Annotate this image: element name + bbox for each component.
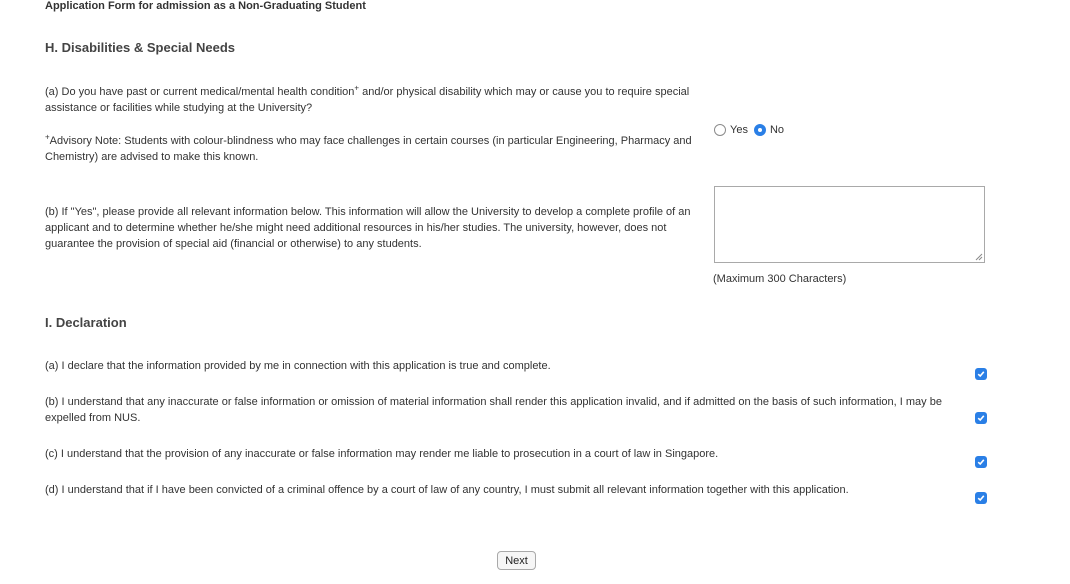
form-title: Application Form for admission as a Non-… [45, 0, 366, 12]
radio-yes[interactable] [714, 124, 726, 136]
declaration-d-text: (d) I understand that if I have been con… [45, 484, 849, 496]
declaration-c-text: (c) I understand that the provision of a… [45, 448, 719, 460]
max-characters-note: (Maximum 300 Characters) [713, 273, 847, 285]
checkmark-icon [977, 415, 985, 422]
checkmark-icon [977, 371, 985, 378]
next-button[interactable]: Next [497, 551, 536, 570]
disability-radio-group: Yes No [714, 124, 790, 136]
declaration-a-text: (a) I declare that the information provi… [45, 360, 551, 372]
checkmark-icon [977, 495, 985, 502]
details-textarea[interactable] [714, 186, 985, 263]
radio-yes-label[interactable]: Yes [730, 124, 748, 136]
checkmark-icon [977, 459, 985, 466]
declaration-b-text: (b) I understand that any inaccurate or … [45, 396, 942, 424]
question-b-text: (b) If "Yes", please provide all relevan… [45, 206, 691, 250]
declaration-c-checkbox[interactable] [975, 456, 987, 468]
question-a-text: (a) Do you have past or current medical/… [45, 83, 690, 114]
section-h-heading: H. Disabilities & Special Needs [45, 40, 236, 55]
resize-grip-icon[interactable] [975, 253, 983, 261]
radio-no-label[interactable]: No [770, 124, 784, 136]
declaration-d-checkbox[interactable] [975, 492, 987, 504]
advisory-note: +Advisory Note: Students with colour-bli… [45, 132, 692, 163]
section-i-heading: I. Declaration [45, 315, 127, 330]
declaration-b-checkbox[interactable] [975, 412, 987, 424]
declaration-a-checkbox[interactable] [975, 368, 987, 380]
radio-no[interactable] [753, 124, 766, 136]
